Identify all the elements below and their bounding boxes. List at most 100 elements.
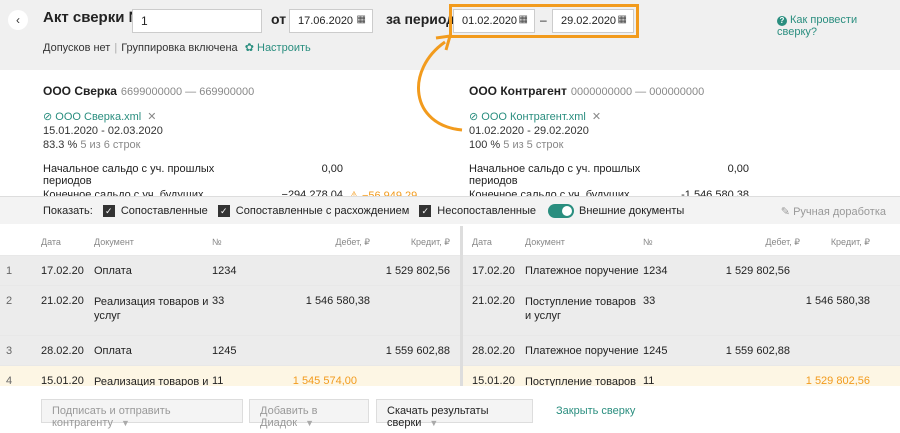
cell-credit: 1 529 802,56 <box>805 375 870 386</box>
right-file-name: ООО Контрагент.xml <box>481 111 586 123</box>
cell-credit: 1 546 580,38 <box>805 295 870 307</box>
cell-doc: Поступление товаров и услуг <box>525 296 637 322</box>
cell-date: 17.02.20 <box>41 265 84 277</box>
right-range: 01.02.2020 - 29.02.2020 <box>469 125 589 137</box>
left-party-inn: 6699000000 — 669900000 <box>120 86 255 98</box>
act-number-input[interactable]: 1 <box>132 9 262 33</box>
cell-debit: 1 545 574,00 <box>292 375 357 386</box>
col-doc: Документ <box>94 237 134 247</box>
page-title: Акт сверки № <box>43 9 146 26</box>
table-row[interactable]: 21.02.20 Поступление товаров и услуг 33 … <box>463 286 900 336</box>
right-party: ООО Контрагент 0000000000 — 000000000 ⊘ О… <box>469 84 749 213</box>
cell-date: 15.01.20 <box>472 375 515 386</box>
table-row[interactable]: 3 28.02.20 Оплата 1245 1 559 602,88 <box>0 336 460 366</box>
help-link[interactable]: ? Как провести сверку? <box>777 14 900 38</box>
row-number: 1 <box>6 265 13 277</box>
table-row[interactable]: 4 15.01.20 Реализация товаров и услуг 11… <box>0 366 460 386</box>
left-party-name: ООО Сверка <box>43 84 117 98</box>
left-rows-count: 5 из 6 строк <box>80 139 141 151</box>
right-open-amount: 0,00 <box>727 163 749 175</box>
configure-label: Настроить <box>257 42 311 54</box>
cell-num: 33 <box>643 295 656 307</box>
cell-date: 28.02.20 <box>41 345 84 357</box>
grouping-label: Группировка включена <box>121 42 238 54</box>
cell-credit: 1 529 802,56 <box>385 265 450 277</box>
manual-edit-label: Ручная доработка <box>793 206 886 218</box>
right-rows-count: 5 из 5 строк <box>503 139 564 151</box>
col-credit: Кредит, ₽ <box>410 237 450 247</box>
table-row[interactable]: 1 17.02.20 Оплата 1234 1 529 802,56 <box>0 256 460 286</box>
help-label: Как провести сверку? <box>777 14 858 38</box>
left-open-amount: 0,00 <box>321 163 343 175</box>
col-date: Дата <box>41 237 61 247</box>
cell-num: 1245 <box>212 345 237 357</box>
configure-link[interactable]: ✿ Настроить <box>245 42 311 54</box>
cell-date: 17.02.20 <box>472 265 515 277</box>
cell-date: 21.02.20 <box>472 295 515 307</box>
left-file-name: ООО Сверка.xml <box>55 111 142 123</box>
right-open-label: Начальное сальдо с уч. прошлых периодов <box>469 163 641 187</box>
cell-debit: 1 559 602,88 <box>725 345 790 357</box>
matched-diff-checkbox[interactable]: ✓ <box>217 204 230 217</box>
close-icon[interactable]: ✕ <box>592 111 601 123</box>
settings-bar: Допусков нет | Группировка включена ✿ Наст… <box>43 42 311 54</box>
show-label: Показать: <box>43 204 93 217</box>
col-date: Дата <box>472 237 492 247</box>
period-label: за период <box>386 11 456 27</box>
chevron-left-icon: ‹ <box>16 13 20 27</box>
table-row[interactable]: 28.02.20 Платежное поручение 1245 1 559 … <box>463 336 900 366</box>
from-label: от <box>271 11 287 27</box>
left-rows-pct: 83.3 % <box>43 139 78 151</box>
right-file[interactable]: ⊘ ООО Контрагент.xml ✕ <box>469 110 749 123</box>
right-table: Дата Документ № Дебет, ₽ Кредит, ₽ 17.02… <box>463 226 900 386</box>
calendar-icon: ▦ <box>356 14 366 25</box>
table-header: Дата Документ № Дебет, ₽ Кредит, ₽ <box>0 226 460 256</box>
act-date-input[interactable]: 17.06.2020 ▦ <box>289 9 373 33</box>
cell-doc: Поступление товаров и услуг <box>525 376 637 386</box>
row-number: 2 <box>6 295 13 307</box>
sign-send-label: Подписать и отправить контрагенту <box>52 405 171 429</box>
chevron-down-icon: ▼ <box>121 418 130 428</box>
close-reconciliation-link[interactable]: Закрыть сверку <box>556 405 635 417</box>
close-icon[interactable]: ✕ <box>147 111 156 123</box>
add-diadoc-button[interactable]: Добавить в Диадок ▼ <box>249 399 369 429</box>
col-num: № <box>643 237 653 247</box>
sign-send-button[interactable]: Подписать и отправить контрагенту ▼ <box>41 399 243 429</box>
period-highlight <box>449 4 639 38</box>
download-results-button[interactable]: Скачать результаты сверки ▼ <box>376 399 533 429</box>
cell-date: 21.02.20 <box>41 295 84 307</box>
left-file[interactable]: ⊘ ООО Сверка.xml ✕ <box>43 110 417 123</box>
right-party-inn: 0000000000 — 000000000 <box>570 86 705 98</box>
left-range: 15.01.2020 - 02.03.2020 <box>43 125 163 137</box>
matched-checkbox[interactable]: ✓ <box>102 204 115 217</box>
unmatched-label: Несопоставленные <box>437 204 536 217</box>
left-open-label: Начальное сальдо с уч. прошлых периодов <box>43 163 215 187</box>
act-date-value: 17.06.2020 <box>298 15 354 27</box>
paperclip-icon: ⊘ <box>469 111 479 123</box>
external-docs-toggle[interactable] <box>548 203 574 218</box>
manual-edit-button[interactable]: ✎ Ручная доработка <box>781 205 886 218</box>
footer-actions: Подписать и отправить контрагенту ▼ Добав… <box>0 394 900 433</box>
unmatched-checkbox[interactable]: ✓ <box>419 204 432 217</box>
table-row[interactable]: 2 21.02.20 Реализация товаров и услуг 33… <box>0 286 460 336</box>
cell-num: 11 <box>212 375 224 386</box>
cell-num: 1234 <box>643 265 668 277</box>
cell-doc: Реализация товаров и услуг <box>94 296 209 322</box>
cell-debit: 1 529 802,56 <box>725 265 790 277</box>
cell-doc: Реализация товаров и услуг <box>94 376 209 386</box>
table-row[interactable]: 15.01.20 Поступление товаров и услуг 11 … <box>463 366 900 386</box>
filter-bar: Показать: ✓ Сопоставленные ✓ Сопоставленны… <box>0 196 900 224</box>
col-debit: Дебет, ₽ <box>765 237 800 247</box>
cell-num: 11 <box>643 375 655 386</box>
cell-date: 28.02.20 <box>472 345 515 357</box>
table-row[interactable]: 17.02.20 Платежное поручение 1234 1 529 … <box>463 256 900 286</box>
tolerance-label: Допусков нет <box>43 42 111 54</box>
back-button[interactable]: ‹ <box>8 10 28 30</box>
matched-label: Сопоставленные <box>120 204 208 217</box>
row-number: 4 <box>6 375 13 386</box>
question-icon: ? <box>777 16 787 26</box>
matched-diff-label: Сопоставленные с расхождением <box>235 204 410 217</box>
cell-doc: Оплата <box>94 265 132 277</box>
right-party-name: ООО Контрагент <box>469 84 567 98</box>
reconciliation-table: Дата Документ № Дебет, ₽ Кредит, ₽ 1 17.… <box>0 226 900 386</box>
